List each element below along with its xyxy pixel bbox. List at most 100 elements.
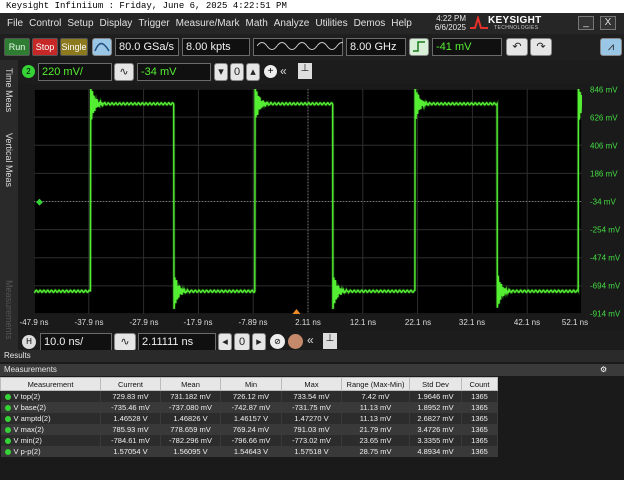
cell-mean: -782.296 mV bbox=[160, 434, 221, 446]
run-button[interactable]: Run bbox=[4, 38, 30, 56]
arrow-up-icon[interactable]: ▴ bbox=[246, 63, 260, 81]
channel-ground-marker-icon: ◆ bbox=[36, 197, 43, 207]
horizontal-badge[interactable]: H bbox=[22, 335, 36, 349]
col-std-dev[interactable]: Std Dev bbox=[409, 377, 462, 391]
measure-wizard-icon[interactable]: ⩘ bbox=[600, 38, 622, 56]
channel-number-badge[interactable]: 2 bbox=[22, 65, 35, 78]
x-tick: -37.9 ns bbox=[74, 318, 104, 327]
horizontal-scale-field[interactable]: 10.0 ns/ bbox=[40, 333, 112, 351]
measurements-table: Measurement Current Mean Min Max Range (… bbox=[0, 377, 498, 457]
cell-std-dev: 2.6827 mV bbox=[409, 412, 462, 424]
measurement-name: V amptd(2) bbox=[0, 412, 101, 424]
y-tick: -254 mV bbox=[590, 225, 621, 235]
menu-control[interactable]: Control bbox=[26, 16, 64, 32]
horizontal-position-field[interactable]: 2.11111 ns bbox=[138, 333, 216, 351]
col-mean[interactable]: Mean bbox=[160, 377, 221, 391]
table-row[interactable]: V min(2) -784.61 mV -782.296 mV -796.66 … bbox=[0, 434, 498, 446]
single-button[interactable]: Single bbox=[60, 38, 88, 56]
cell-max: 791.03 mV bbox=[281, 423, 342, 435]
col-count[interactable]: Count bbox=[461, 377, 498, 391]
col-max[interactable]: Max bbox=[281, 377, 342, 391]
y-tick: -34 mV bbox=[590, 197, 616, 207]
table-row[interactable]: V amptd(2) 1.46528 V 1.46826 V 1.46157 V… bbox=[0, 412, 498, 424]
cell-std-dev: 1.9646 mV bbox=[409, 390, 462, 402]
arrow-left-icon[interactable]: ◂ bbox=[218, 333, 232, 351]
collapse-horizontal-icon[interactable]: « bbox=[307, 333, 314, 347]
trigger-edge-icon[interactable] bbox=[409, 38, 429, 56]
menu-trigger[interactable]: Trigger bbox=[135, 16, 172, 32]
stop-button[interactable]: Stop bbox=[32, 38, 58, 56]
cell-min: 1.54643 V bbox=[220, 445, 282, 457]
measurement-name: V base(2) bbox=[0, 401, 101, 413]
menu-help[interactable]: Help bbox=[388, 16, 415, 32]
cell-max: 1.57518 V bbox=[281, 445, 342, 457]
sample-rate-field[interactable]: 80.0 GSa/s bbox=[115, 38, 179, 56]
zero-offset-icon[interactable]: 0 bbox=[230, 63, 244, 81]
tab-time-meas[interactable]: Time Meas bbox=[2, 62, 16, 118]
cell-current: 1.57054 V bbox=[100, 445, 161, 457]
tab-vertical-meas[interactable]: Vertical Meas bbox=[2, 122, 16, 198]
reference-icon[interactable] bbox=[288, 334, 303, 349]
keysight-logo: KEYSIGHT TECHNOLOGIES bbox=[470, 14, 541, 33]
zoom-icon[interactable]: ⊘ bbox=[270, 334, 285, 349]
autoscale-wave-icon bbox=[94, 42, 110, 52]
table-row[interactable]: V top(2) 729.83 mV 731.182 mV 726.12 mV … bbox=[0, 390, 498, 402]
cell-range: 7.42 mV bbox=[341, 390, 410, 402]
measurement-label: V base(2) bbox=[13, 402, 47, 412]
table-row[interactable]: V max(2) 785.93 mV 778.659 mV 769.24 mV … bbox=[0, 423, 498, 435]
arrow-right-icon[interactable]: ▸ bbox=[252, 333, 266, 351]
collapse-icon[interactable]: « bbox=[280, 64, 287, 78]
rising-edge-icon bbox=[413, 41, 425, 52]
pin-icon[interactable]: ⊥ bbox=[298, 63, 312, 79]
toolbar: Run Stop Single 80.0 GSa/s 8.00 kpts 8.0… bbox=[0, 34, 624, 60]
menu-measure-mark[interactable]: Measure/Mark bbox=[173, 16, 243, 32]
channel-offset-field[interactable]: -34 mV bbox=[137, 63, 211, 81]
table-row[interactable]: V base(2) -735.46 mV -737.080 mV -742.87… bbox=[0, 401, 498, 413]
cell-mean: 1.46826 V bbox=[160, 412, 221, 424]
menu-setup[interactable]: Setup bbox=[64, 16, 96, 32]
waveform-display[interactable]: ◆ bbox=[33, 85, 584, 315]
add-channel-icon[interactable]: + bbox=[264, 65, 277, 78]
coupling-wave-icon[interactable]: ∿ bbox=[114, 63, 134, 81]
table-row[interactable]: V p-p(2) 1.57054 V 1.56095 V 1.54643 V 1… bbox=[0, 445, 498, 457]
channel-scale-field[interactable]: 220 mV/ bbox=[38, 63, 112, 81]
menu-math[interactable]: Math bbox=[243, 16, 271, 32]
col-current[interactable]: Current bbox=[100, 377, 161, 391]
arrow-down-icon[interactable]: ▾ bbox=[214, 63, 228, 81]
measurement-label: V amptd(2) bbox=[13, 413, 51, 423]
y-tick: 406 mV bbox=[590, 141, 618, 151]
x-tick: 52.1 ns bbox=[561, 318, 589, 327]
minimize-button[interactable]: _ bbox=[578, 16, 594, 30]
menu-demos[interactable]: Demos bbox=[351, 16, 389, 32]
cell-range: 11.13 mV bbox=[341, 401, 410, 413]
y-tick: 626 mV bbox=[590, 113, 618, 123]
cell-std-dev: 3.3355 mV bbox=[409, 434, 462, 446]
autoscale-icon[interactable] bbox=[92, 38, 112, 56]
cell-min: -742.87 mV bbox=[220, 401, 282, 413]
tab-measurements[interactable]: Measurements bbox=[2, 272, 16, 348]
pin-horizontal-icon[interactable]: ⊥ bbox=[323, 333, 337, 349]
menu-analyze[interactable]: Analyze bbox=[271, 16, 313, 32]
close-button[interactable]: X bbox=[600, 16, 616, 30]
menu-utilities[interactable]: Utilities bbox=[312, 16, 350, 32]
menu-file[interactable]: File bbox=[4, 16, 26, 32]
bandwidth-field[interactable]: 8.00 GHz bbox=[346, 38, 406, 56]
horizontal-wave-icon[interactable]: ∿ bbox=[114, 333, 136, 351]
cell-min: 1.46157 V bbox=[220, 412, 282, 424]
cell-current: 1.46528 V bbox=[100, 412, 161, 424]
zero-position-icon[interactable]: 0 bbox=[234, 333, 250, 351]
trigger-level-field[interactable]: -41 mV bbox=[432, 38, 502, 56]
col-range[interactable]: Range (Max-Min) bbox=[341, 377, 410, 391]
measurement-name: V min(2) bbox=[0, 434, 101, 446]
cell-range: 28.75 mV bbox=[341, 445, 410, 457]
col-min[interactable]: Min bbox=[220, 377, 282, 391]
sine-wave-icon bbox=[256, 42, 348, 50]
window-caption: Keysight Infiniium : Friday, June 6, 202… bbox=[0, 0, 624, 13]
memory-depth-field[interactable]: 8.00 kpts bbox=[182, 38, 250, 56]
menu-display[interactable]: Display bbox=[97, 16, 136, 32]
undo-icon[interactable]: ↶ bbox=[506, 38, 528, 56]
col-measurement[interactable]: Measurement bbox=[0, 377, 101, 391]
cell-min: 769.24 mV bbox=[220, 423, 282, 435]
settings-gear-icon[interactable]: ⚙ bbox=[600, 364, 607, 376]
redo-icon[interactable]: ↷ bbox=[530, 38, 552, 56]
